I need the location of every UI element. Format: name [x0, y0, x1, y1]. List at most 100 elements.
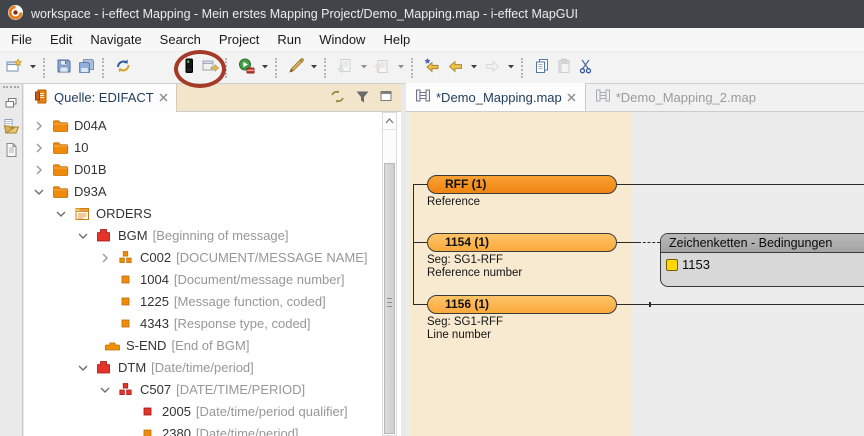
menu-item-help[interactable]: Help: [374, 29, 419, 50]
node-pill-1154[interactable]: 1154 (1): [427, 233, 617, 252]
tree-row-dtm[interactable]: DTM[Date/time/period]: [24, 357, 382, 379]
tree-row-d04a[interactable]: D04A: [24, 115, 382, 137]
close-icon[interactable]: [159, 90, 168, 105]
document-icon: [4, 142, 18, 161]
tree-row-10[interactable]: 10: [24, 137, 382, 159]
chevron-expanded-icon[interactable]: [98, 381, 112, 399]
element-icon: [118, 294, 135, 310]
tab-quelle-edifact[interactable]: Quelle: EDIFACT: [24, 84, 177, 112]
scrollbar-thumb[interactable]: [384, 163, 395, 434]
dropdown-arrow-button[interactable]: [259, 56, 271, 80]
collapse-all-icon[interactable]: [329, 89, 346, 107]
editor-tab-bar: *Demo_Mapping.map*Demo_Mapping_2.map: [406, 84, 864, 112]
scrollbar-up-icon[interactable]: [383, 113, 396, 130]
menu-item-file[interactable]: File: [2, 29, 41, 50]
cut-icon: [578, 58, 594, 77]
tree-item-description: [Message function, coded]: [169, 294, 326, 309]
dropdown-arrow-button[interactable]: [505, 56, 517, 80]
chevron-collapsed-icon[interactable]: [32, 139, 46, 157]
tree-row-orders[interactable]: ORDERS: [24, 203, 382, 225]
segment-end-icon: [104, 338, 121, 354]
condition-box[interactable]: Zeichenketten - Bedingungen1153: [660, 233, 864, 287]
source-view-toolbar: [329, 89, 401, 107]
menu-item-window[interactable]: Window: [310, 29, 374, 50]
rail-drag-handle[interactable]: [3, 86, 19, 92]
last-edit-location-icon: [424, 58, 441, 77]
editor-tab-demo-mapping-2-map[interactable]: *Demo_Mapping_2.map: [586, 83, 765, 111]
menu-item-edit[interactable]: Edit: [41, 29, 81, 50]
tree-row-d93a[interactable]: D93A: [24, 181, 382, 203]
bracket-stub-line: [413, 242, 427, 243]
back-button[interactable]: [445, 56, 466, 80]
last-edit-location-button[interactable]: [422, 56, 443, 80]
chevron-expanded-icon[interactable]: [76, 359, 90, 377]
toolbar-separator: [324, 58, 331, 78]
chevron-collapsed-icon[interactable]: [98, 249, 112, 267]
tree-row-2380[interactable]: 2380[Date/time/period]: [24, 423, 382, 436]
chevron-collapsed-icon[interactable]: [32, 161, 46, 179]
tree-row-1225[interactable]: 1225[Message function, coded]: [24, 291, 382, 313]
node-pill-1156[interactable]: 1156 (1): [427, 295, 617, 314]
commit-button: [335, 56, 356, 80]
toolbar-separator: [521, 58, 528, 78]
tree-row-c507[interactable]: C507[DATE/TIME/PERIOD]: [24, 379, 382, 401]
mapfile-icon: [595, 88, 611, 106]
tree-item-label: C507[DATE/TIME/PERIOD]: [140, 382, 305, 397]
tree-item-description: [Document/message number]: [169, 272, 345, 287]
toolbar-separator: [102, 58, 109, 78]
tree-item-label: 2380[Date/time/period]: [162, 426, 299, 436]
open-folder-button[interactable]: [0, 118, 22, 138]
condition-item-1153[interactable]: 1153: [661, 253, 864, 272]
chevron-expanded-icon[interactable]: [76, 227, 90, 245]
tree-row-1004[interactable]: 1004[Document/message number]: [24, 269, 382, 291]
menu-item-navigate[interactable]: Navigate: [81, 29, 150, 50]
sync-button[interactable]: [113, 56, 134, 80]
dropdown-arrow-icon: [470, 58, 478, 77]
node-pill-rff[interactable]: RFF (1): [427, 175, 617, 194]
node-sublabel: Seg: SG1-RFF: [427, 254, 503, 267]
mapping-connector-line: [617, 304, 864, 305]
tree-row-c002[interactable]: C002[DOCUMENT/MESSAGE NAME]: [24, 247, 382, 269]
element-icon: [118, 316, 135, 332]
pencil-button[interactable]: [286, 56, 306, 80]
menu-item-run[interactable]: Run: [268, 29, 310, 50]
tree-row-2005[interactable]: 2005[Date/time/period qualifier]: [24, 401, 382, 423]
restore-view-button[interactable]: [0, 96, 22, 114]
tree-row-4343[interactable]: 4343[Response type, coded]: [24, 313, 382, 335]
new-wizard-button[interactable]: [4, 56, 25, 80]
dropdown-arrow-button[interactable]: [468, 56, 480, 80]
menu-item-project[interactable]: Project: [210, 29, 268, 50]
tree-row-d01b[interactable]: D01B: [24, 159, 382, 181]
editor-tab-demo-mapping-map[interactable]: *Demo_Mapping.map: [406, 83, 586, 111]
tree-row-s-end[interactable]: S-END[End of BGM]: [24, 335, 382, 357]
close-icon[interactable]: [567, 90, 576, 105]
tree-scrollbar[interactable]: [382, 112, 397, 436]
chevron-collapsed-icon[interactable]: [32, 117, 46, 135]
source-tab-label: Quelle: EDIFACT: [54, 90, 154, 105]
cut-button[interactable]: [576, 56, 596, 80]
copy-button[interactable]: [532, 56, 552, 80]
save-all-button[interactable]: [76, 56, 98, 80]
dropdown-arrow-button[interactable]: [308, 56, 320, 80]
tree-row-bgm[interactable]: BGM[Beginning of message]: [24, 225, 382, 247]
tree-item-description: [Date/time/period]: [191, 426, 299, 436]
chevron-expanded-icon[interactable]: [32, 183, 46, 201]
main-toolbar: [0, 52, 864, 84]
save-button[interactable]: [54, 56, 74, 80]
mapping-canvas[interactable]: RFF (1)Reference1154 (1)Seg: SG1-RFFRefe…: [406, 112, 864, 436]
tree-item-label: D01B: [74, 162, 107, 177]
mapping-editor: *Demo_Mapping.map*Demo_Mapping_2.map RFF…: [406, 84, 864, 436]
chevron-expanded-icon[interactable]: [54, 205, 68, 223]
export-button[interactable]: [200, 56, 221, 80]
toolbar-separator: [275, 58, 282, 78]
node-sublabel: Reference: [427, 196, 480, 209]
server-button[interactable]: [180, 56, 198, 80]
run-external-button[interactable]: [236, 56, 257, 80]
filter-icon[interactable]: [355, 89, 370, 107]
menu-item-search[interactable]: Search: [151, 29, 210, 50]
forward-button: [482, 56, 503, 80]
dropdown-arrow-button[interactable]: [27, 56, 39, 80]
forward-icon: [484, 58, 501, 77]
document-button[interactable]: [0, 142, 22, 161]
maximize-icon[interactable]: [379, 89, 393, 106]
